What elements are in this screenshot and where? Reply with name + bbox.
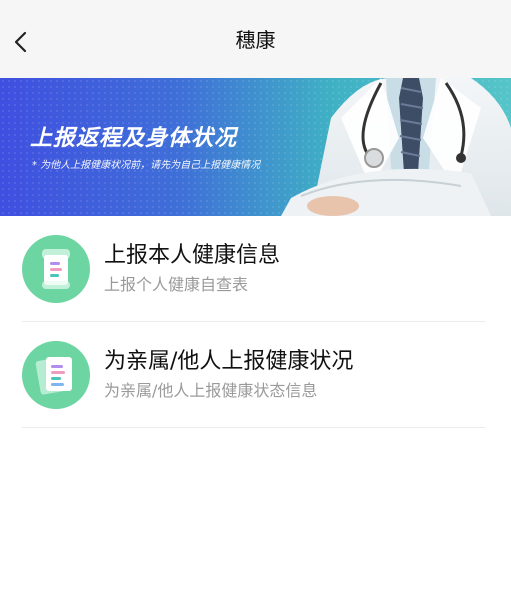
doctor-illustration xyxy=(281,78,511,216)
item-title: 上报本人健康信息 xyxy=(104,242,281,268)
top-nav-bar: 穗康 xyxy=(0,0,511,78)
item-subtitle: 为亲属/他人上报健康状态信息 xyxy=(104,380,318,400)
report-self-item[interactable]: 上报本人健康信息 上报个人健康自查表 xyxy=(22,216,485,322)
item-title: 为亲属/他人上报健康状况 xyxy=(104,348,354,374)
banner-subtitle: * 为他人上报健康状况前，请先为自己上报健康情况 xyxy=(32,160,261,171)
report-options-list: 上报本人健康信息 上报个人健康自查表 为亲属/他人上报健康状况 为亲属/他人上报… xyxy=(0,216,511,428)
page-title: 穗康 xyxy=(235,27,276,52)
stacked-forms-icon xyxy=(22,340,90,409)
chevron-left-icon[interactable] xyxy=(10,30,34,54)
banner: 上报返程及身体状况 * 为他人上报健康状况前，请先为自己上报健康情况 xyxy=(0,78,511,216)
item-subtitle: 上报个人健康自查表 xyxy=(104,274,249,294)
banner-title: 上报返程及身体状况 xyxy=(30,126,238,151)
report-others-item[interactable]: 为亲属/他人上报健康状况 为亲属/他人上报健康状态信息 xyxy=(22,322,485,428)
health-form-icon xyxy=(22,234,90,303)
